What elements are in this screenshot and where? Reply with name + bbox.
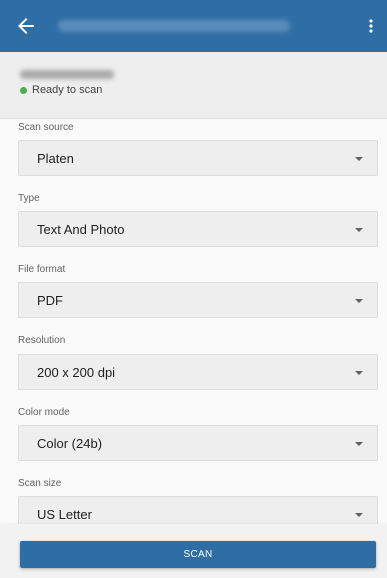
scan-button[interactable]: SCAN — [20, 541, 376, 568]
more-vert-icon[interactable] — [359, 14, 383, 38]
type-select[interactable]: Text And Photo — [18, 211, 378, 247]
scan-source-value: Platen — [37, 151, 74, 166]
resolution-value: 200 x 200 dpi — [37, 365, 116, 380]
dropdown-arrow-icon — [355, 371, 363, 375]
resolution-label: Resolution — [18, 335, 66, 346]
dropdown-arrow-icon — [355, 157, 363, 161]
dropdown-arrow-icon — [355, 228, 363, 232]
type-label: Type — [18, 193, 40, 204]
color-mode-label: Color mode — [18, 407, 70, 418]
device-name-redacted — [20, 70, 114, 79]
scan-size-value: US Letter — [37, 507, 92, 522]
arrow-back-icon[interactable] — [14, 14, 38, 38]
app-bar — [0, 0, 387, 52]
dropdown-arrow-icon — [355, 442, 363, 446]
app-title-redacted — [58, 20, 290, 32]
scan-source-select[interactable]: Platen — [18, 140, 378, 176]
status-dot-icon — [20, 87, 27, 94]
scan-source-label: Scan source — [18, 122, 74, 133]
file-format-value: PDF — [37, 293, 63, 308]
resolution-select[interactable]: 200 x 200 dpi — [18, 354, 378, 390]
type-value: Text And Photo — [37, 222, 125, 237]
device-status-text: Ready to scan — [32, 84, 103, 96]
dropdown-arrow-icon — [355, 513, 363, 517]
scan-size-label: Scan size — [18, 478, 62, 489]
color-mode-select[interactable]: Color (24b) — [18, 425, 378, 461]
color-mode-value: Color (24b) — [37, 436, 103, 451]
file-format-label: File format — [18, 264, 66, 275]
file-format-select[interactable]: PDF — [18, 282, 378, 318]
dropdown-arrow-icon — [355, 299, 363, 303]
